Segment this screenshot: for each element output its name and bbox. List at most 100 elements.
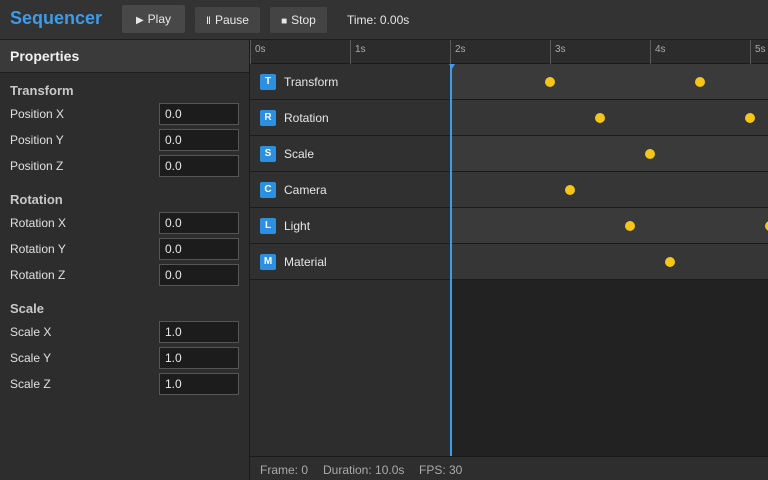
track-badge: R (260, 110, 276, 126)
keyframe[interactable] (625, 221, 635, 231)
track-name: Scale (284, 147, 315, 161)
rotation-y-input[interactable] (159, 238, 239, 260)
prop-row-rotation-z: Rotation Z (0, 264, 250, 286)
track-badge: S (260, 146, 276, 162)
position-z-input[interactable] (159, 155, 239, 177)
track-lane[interactable] (450, 64, 768, 99)
ruler-tick-label: 0s (255, 44, 266, 55)
play-label: Play (147, 12, 172, 26)
app-title: Sequencer (10, 8, 103, 28)
track-header[interactable]: R Rotation (250, 100, 450, 135)
position-x-input[interactable] (159, 103, 239, 125)
play-icon: ▶ (135, 15, 144, 26)
prop-label: Position Z (10, 159, 64, 173)
track-rotation[interactable]: R Rotation (250, 100, 768, 136)
keyframe[interactable] (665, 257, 675, 267)
track-camera[interactable]: C Camera (250, 172, 768, 208)
scale-x-input[interactable] (159, 321, 239, 343)
track-badge: C (260, 182, 276, 198)
track-name: Rotation (284, 111, 329, 125)
playhead-handle[interactable] (449, 64, 455, 69)
section-title-scale: Scale (10, 301, 44, 316)
prop-row-rotation-x: Rotation X (0, 212, 250, 234)
track-lane[interactable] (450, 172, 768, 207)
track-light[interactable]: L Light (250, 208, 768, 244)
keyframe[interactable] (645, 149, 655, 159)
position-y-input[interactable] (159, 129, 239, 151)
prop-row-position-z: Position Z (0, 155, 250, 177)
ruler-tick-label: 1s (355, 44, 366, 55)
track-name: Camera (284, 183, 327, 197)
fps-status: FPS: 30 (419, 463, 463, 477)
prop-label: Position X (10, 107, 65, 121)
track-transform[interactable]: T Transform (250, 64, 768, 100)
prop-label: Rotation X (10, 216, 67, 230)
prop-row-scale-y: Scale Y (0, 347, 250, 369)
duration-status: Duration: 10.0s (323, 463, 405, 477)
prop-label: Scale Y (10, 351, 52, 365)
time-readout: Time: 0.00s (347, 13, 410, 27)
stop-icon: ■ (281, 16, 288, 27)
ruler-tick: 3s (550, 40, 566, 64)
track-lane[interactable] (450, 244, 768, 279)
track-name: Light (284, 219, 311, 233)
prop-row-position-x: Position X (0, 103, 250, 125)
track-header[interactable]: M Material (250, 244, 450, 279)
track-header[interactable]: L Light (250, 208, 450, 243)
scale-z-input[interactable] (159, 373, 239, 395)
track-header[interactable]: T Transform (250, 64, 450, 99)
ruler-tick: 0s (250, 40, 266, 64)
keyframe[interactable] (745, 113, 755, 123)
ruler-tick: 4s (650, 40, 666, 64)
pause-button[interactable]: Ⅱ Pause (195, 7, 260, 33)
ruler-tick-label: 2s (455, 44, 466, 55)
keyframe[interactable] (595, 113, 605, 123)
prop-row-position-y: Position Y (0, 129, 250, 151)
track-badge: L (260, 218, 276, 234)
stop-button[interactable]: ■ Stop (270, 7, 327, 33)
timeline-empty-area[interactable] (450, 280, 768, 456)
prop-row-scale-x: Scale X (0, 321, 250, 343)
track-lane[interactable] (450, 100, 768, 135)
track-header[interactable]: S Scale (250, 136, 450, 171)
time-ruler[interactable]: 0s 1s 2s 3s 4s 5s (250, 40, 768, 64)
ruler-tick-label: 4s (655, 44, 666, 55)
ruler-tick-label: 3s (555, 44, 566, 55)
rotation-x-input[interactable] (159, 212, 239, 234)
keyframe[interactable] (695, 77, 705, 87)
prop-row-scale-z: Scale Z (0, 373, 250, 395)
keyframe[interactable] (565, 185, 575, 195)
track-badge: T (260, 74, 276, 90)
track-scale[interactable]: S Scale (250, 136, 768, 172)
pause-icon: Ⅱ (206, 16, 211, 27)
scale-y-input[interactable] (159, 347, 239, 369)
track-badge: M (260, 254, 276, 270)
track-lane[interactable] (450, 136, 768, 171)
section-title-transform: Transform (10, 83, 74, 98)
timeline: 0s 1s 2s 3s 4s 5s T Transform R Rotation… (250, 40, 768, 480)
prop-label: Scale Z (10, 377, 51, 391)
track-lane[interactable] (450, 208, 768, 243)
properties-panel: Properties Transform Position X Position… (0, 40, 250, 480)
track-name: Transform (284, 75, 339, 89)
keyframe[interactable] (545, 77, 555, 87)
frame-status: Frame: 0 (260, 463, 309, 477)
ruler-tick: 5s (750, 40, 766, 64)
prop-label: Rotation Z (10, 268, 66, 282)
section-title-rotation: Rotation (10, 192, 63, 207)
prop-label: Rotation Y (10, 242, 66, 256)
track-material[interactable]: M Material (250, 244, 768, 280)
prop-label: Scale X (10, 325, 52, 339)
prop-label: Position Y (10, 133, 64, 147)
ruler-tick-label: 5s (755, 44, 766, 55)
stop-label: Stop (291, 13, 316, 27)
properties-header: Properties (0, 40, 249, 73)
track-header[interactable]: C Camera (250, 172, 450, 207)
play-button[interactable]: ▶ Play (122, 5, 185, 33)
ruler-tick: 2s (450, 40, 466, 64)
rotation-z-input[interactable] (159, 264, 239, 286)
pause-label: Pause (214, 13, 249, 27)
track-list-empty-area (250, 280, 450, 456)
prop-row-rotation-y: Rotation Y (0, 238, 250, 260)
playhead[interactable] (449, 64, 455, 456)
